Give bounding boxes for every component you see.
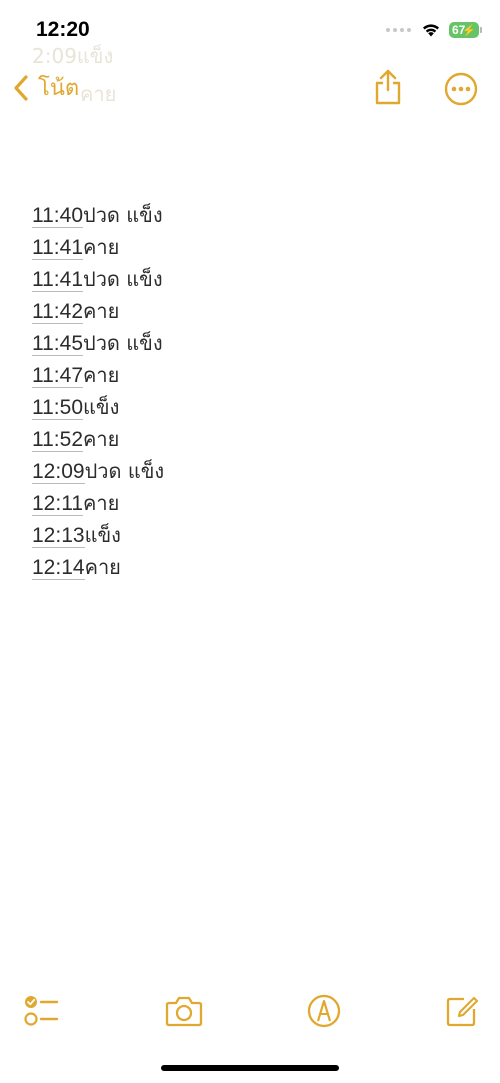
note-line-time[interactable]: 11:40 <box>32 204 83 228</box>
compose-icon[interactable] <box>442 993 482 1029</box>
bottom-toolbar <box>0 985 500 1035</box>
charging-bolt-icon: ⚡ <box>462 25 476 37</box>
note-line[interactable]: 12:09ปวด แข็ง <box>32 456 472 488</box>
ghost-text-line-1: 2:09แข็ง <box>32 44 114 68</box>
more-icon[interactable] <box>444 72 478 106</box>
home-indicator[interactable] <box>161 1065 339 1071</box>
note-line-text: คาย <box>83 299 120 323</box>
note-body[interactable]: 11:40ปวด แข็ง 11:41คาย 11:41ปวด แข็ง 11:… <box>32 200 472 584</box>
note-line-text: คาย <box>83 235 120 259</box>
markup-icon[interactable] <box>304 993 344 1029</box>
note-line-text: ปวด แข็ง <box>83 203 163 227</box>
note-line-time[interactable]: 12:09 <box>32 460 85 484</box>
note-line[interactable]: 12:13แข็ง <box>32 520 472 552</box>
note-line[interactable]: 11:40ปวด แข็ง <box>32 200 472 232</box>
note-line[interactable]: 11:50แข็ง <box>32 392 472 424</box>
note-line[interactable]: 12:14คาย <box>32 552 472 584</box>
back-button[interactable]: โน้ต <box>10 70 79 105</box>
note-line-time[interactable]: 11:41 <box>32 236 83 260</box>
note-line-time[interactable]: 11:42 <box>32 300 83 324</box>
note-line[interactable]: 11:47คาย <box>32 360 472 392</box>
note-line[interactable]: 12:11คาย <box>32 488 472 520</box>
note-line-time[interactable]: 11:52 <box>32 428 83 452</box>
note-line-text: ปวด แข็ง <box>84 459 165 483</box>
note-line-text: คาย <box>84 555 121 579</box>
note-line-text: คาย <box>83 491 120 515</box>
status-time: 12:20 <box>36 18 90 41</box>
note-line-time[interactable]: 11:41 <box>32 268 83 292</box>
note-line[interactable]: 11:41คาย <box>32 232 472 264</box>
status-indicators: 67 ⚡ <box>386 22 482 38</box>
note-line[interactable]: 11:45ปวด แข็ง <box>32 328 472 360</box>
note-line-time[interactable]: 11:50 <box>32 396 83 420</box>
note-line-text: คาย <box>83 363 120 387</box>
note-line-time[interactable]: 11:47 <box>32 364 83 388</box>
checklist-icon[interactable] <box>22 993 62 1029</box>
camera-icon[interactable] <box>164 993 204 1029</box>
note-line-text: แข็ง <box>83 395 120 419</box>
note-line-text: คาย <box>83 427 120 451</box>
note-line[interactable]: 11:42คาย <box>32 296 472 328</box>
note-line-time[interactable]: 12:13 <box>32 524 85 548</box>
note-line-text: แข็ง <box>84 523 121 547</box>
note-line-time[interactable]: 11:45 <box>32 332 83 356</box>
battery-tip <box>480 27 482 33</box>
cellular-signal-icon <box>386 28 411 32</box>
ghost-text-line-2: คาย <box>80 82 117 106</box>
note-line[interactable]: 11:52คาย <box>32 424 472 456</box>
note-line-text: ปวด แข็ง <box>83 267 163 291</box>
share-icon[interactable] <box>372 68 404 106</box>
battery-icon: 67 ⚡ <box>449 22 479 38</box>
note-line[interactable]: 11:41ปวด แข็ง <box>32 264 472 296</box>
note-line-time[interactable]: 12:14 <box>32 556 85 580</box>
note-line-time[interactable]: 12:11 <box>32 492 83 516</box>
wifi-icon <box>423 24 439 37</box>
note-line-text: ปวด แข็ง <box>83 331 163 355</box>
chevron-left-icon <box>14 74 28 101</box>
back-button-label: โน้ต <box>38 76 80 101</box>
status-bar: 2:09แข็ง คาย 12:20 67 ⚡ <box>0 0 500 106</box>
